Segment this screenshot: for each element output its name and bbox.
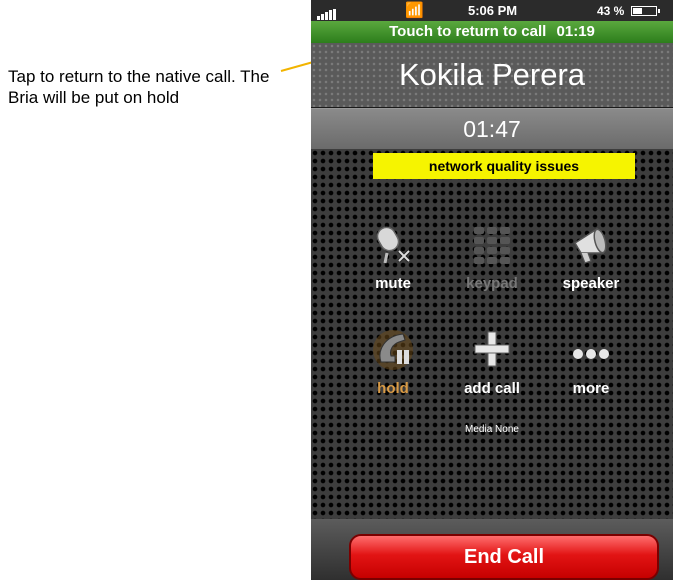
add-call-button[interactable]: add call xyxy=(445,310,539,410)
speaker-label: speaker xyxy=(562,275,620,292)
mute-button[interactable]: mute xyxy=(346,205,440,305)
speaker-button[interactable]: speaker xyxy=(544,205,638,305)
return-to-call-banner[interactable]: Touch to return to call 01:19 xyxy=(311,21,673,43)
keypad-button[interactable]: keypad xyxy=(445,205,539,305)
mute-label: mute xyxy=(375,275,411,292)
speaker-icon xyxy=(573,227,607,264)
return-to-call-duration: 01:19 xyxy=(556,23,595,40)
keypad-icon xyxy=(474,227,510,264)
annotation-text: Tap to return to the native call. The Br… xyxy=(8,67,270,107)
battery-percent: 43 % xyxy=(597,4,625,18)
call-controls-grid: mute keypad speaker hold add call more xyxy=(346,205,638,410)
contact-name: Kokila Perera xyxy=(311,43,673,107)
call-timer: 01:47 xyxy=(311,108,673,149)
keypad-label: keypad xyxy=(466,275,518,292)
add-call-label: add call xyxy=(464,380,520,397)
bottom-bar: End Call xyxy=(311,519,673,580)
more-label: more xyxy=(572,380,610,397)
status-bar: 📶 5:06 PM 43 % xyxy=(311,0,673,21)
network-quality-warning: network quality issues xyxy=(373,153,635,179)
media-status: Media None xyxy=(465,424,519,435)
plus-icon xyxy=(474,331,510,367)
microphone-muted-icon xyxy=(376,226,411,264)
hold-phone-icon xyxy=(373,330,413,370)
signal-strength-icon xyxy=(317,5,337,20)
hold-label: hold xyxy=(377,380,409,397)
end-call-button[interactable]: End Call xyxy=(349,534,659,580)
status-time: 5:06 PM xyxy=(468,3,518,18)
wifi-icon: 📶 xyxy=(405,2,424,19)
more-button[interactable]: more xyxy=(544,310,638,410)
battery-icon xyxy=(631,6,660,16)
return-to-call-label: Touch to return to call xyxy=(389,23,547,40)
hold-button[interactable]: hold xyxy=(346,310,440,410)
more-dots-icon xyxy=(573,349,609,359)
phone-screen: 📶 5:06 PM 43 % Touch to return to call 0… xyxy=(311,0,673,580)
